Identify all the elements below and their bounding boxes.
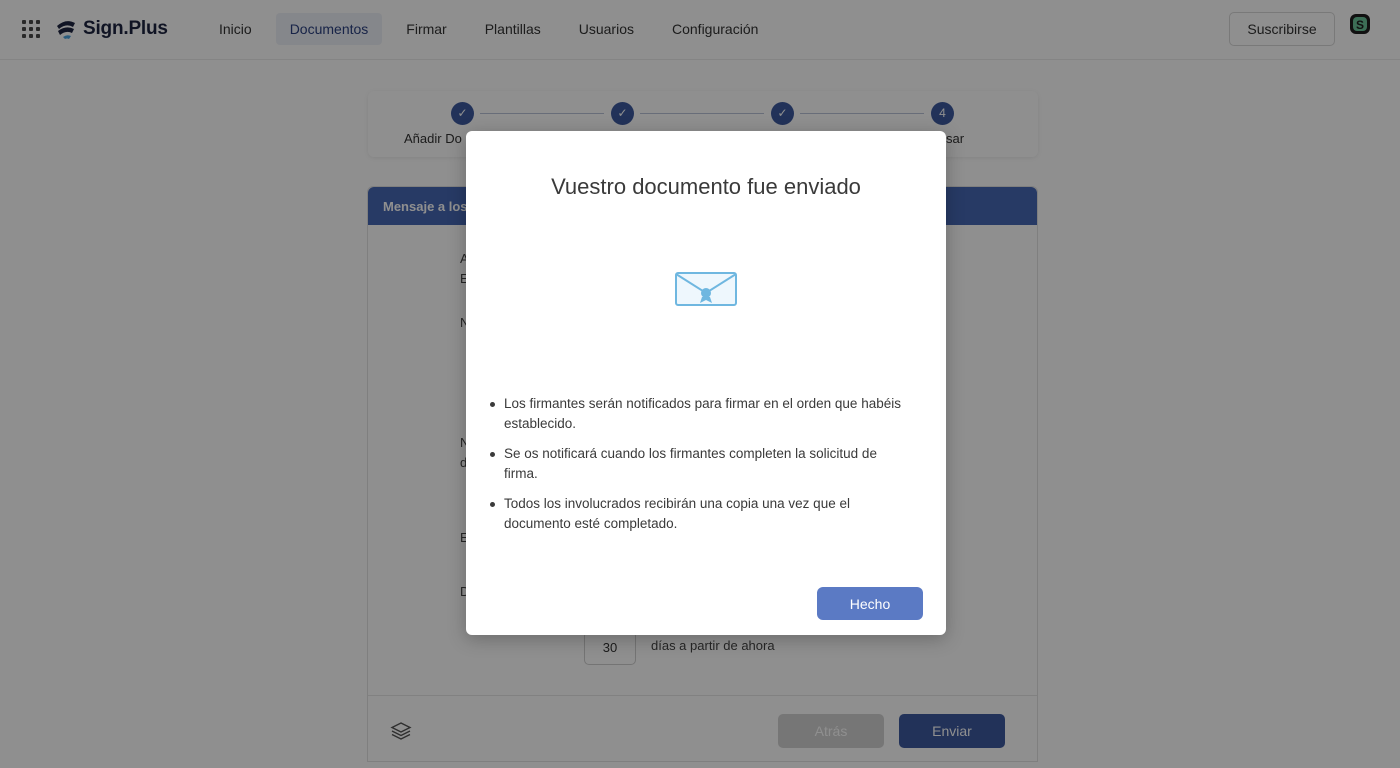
done-button[interactable]: Hecho: [817, 587, 923, 620]
dialog-info-list: Los firmantes serán notificados para fir…: [490, 394, 910, 544]
document-sent-dialog: Vuestro documento fue enviado Los firman…: [466, 131, 946, 635]
dialog-info-item: Los firmantes serán notificados para fir…: [490, 394, 910, 434]
dialog-info-item: Se os notificará cuando los firmantes co…: [490, 444, 910, 484]
dialog-info-item: Todos los involucrados recibirán una cop…: [490, 494, 910, 534]
sealed-envelope-icon: [675, 272, 737, 306]
dialog-title: Vuestro documento fue enviado: [551, 174, 861, 199]
